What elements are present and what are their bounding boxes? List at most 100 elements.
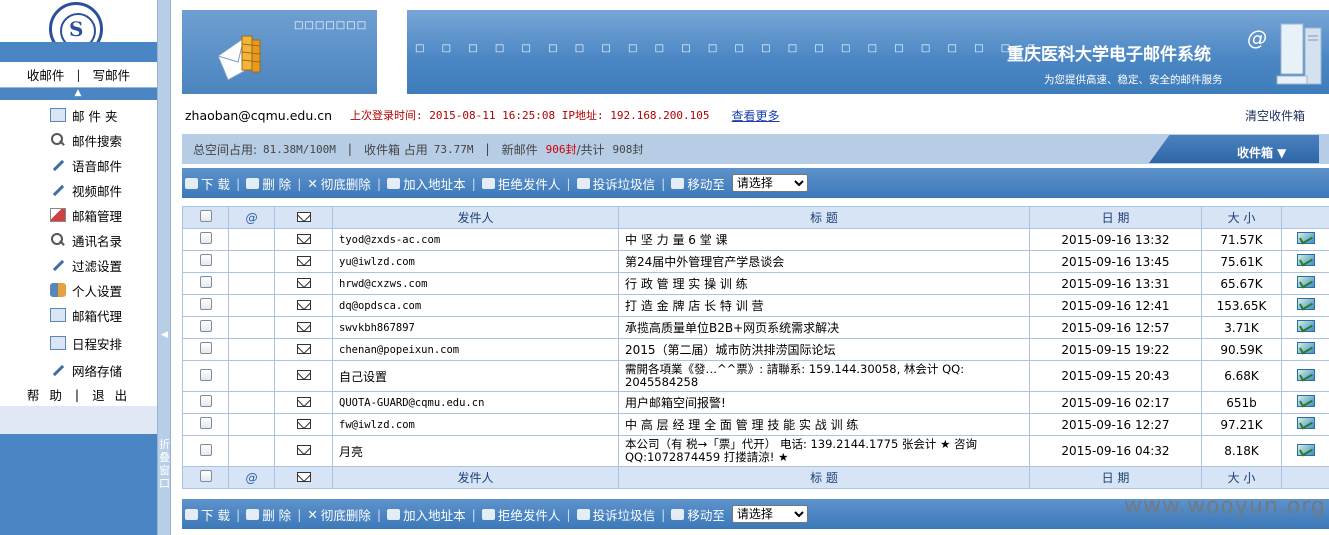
collapse-left-icon[interactable]: ◀ [161,330,168,340]
folder-select-button[interactable]: 收件箱 ▼ [1149,135,1319,163]
table-row[interactable]: 月亮 本公司（有 税→「票」代开） 电话: 139.2144.1775 张会计 … [182,435,1329,467]
subject-cell[interactable]: 用户邮箱空间报警! [618,391,1030,414]
row-checkbox[interactable] [199,417,212,429]
sidebar-item-video-mail[interactable]: 视频邮件 [50,179,122,201]
add-address-button[interactable]: 加入地址本 [384,174,469,193]
row-checkbox[interactable] [199,276,212,288]
reply-icon[interactable] [1296,417,1315,429]
select-all-checkbox[interactable] [199,470,212,482]
clear-inbox-link[interactable]: 清空收件箱 [1245,107,1305,124]
subject-header[interactable]: 标 题 [618,206,1030,229]
reject-sender-button[interactable]: 拒绝发件人 [479,505,564,524]
read-cell[interactable] [1281,294,1329,317]
help-link[interactable]: 帮 助 [27,385,65,404]
row-checkbox[interactable] [199,395,212,407]
row-checkbox[interactable] [199,320,212,332]
table-row[interactable]: chenan@popeixun.com 2015（第二届）城市防洪排涝国际论坛 … [182,338,1329,361]
row-checkbox[interactable] [199,443,212,456]
sender-cell[interactable]: fw@iwlzd.com [332,413,619,436]
reply-icon[interactable] [1296,342,1315,354]
date-header[interactable]: 日 期 [1029,466,1202,489]
row-checkbox-cell[interactable] [182,250,229,273]
reply-icon[interactable] [1296,254,1315,266]
row-checkbox-cell[interactable] [182,294,229,317]
purge-button[interactable]: ✕ 彻底删除 [304,505,374,524]
row-checkbox[interactable] [199,298,212,310]
sidebar-item-calendar[interactable]: 日程安排 [50,332,122,354]
table-row[interactable]: hrwd@cxzws.com 行 政 管 理 实 操 训 练 2015-09-1… [182,272,1329,295]
subject-cell[interactable]: 打 造 金 牌 店 长 特 训 营 [618,294,1030,317]
receive-mail-link[interactable]: 收邮件 [19,65,73,84]
sidebar-item-address-book[interactable]: 通讯名录 [50,229,122,251]
sender-cell[interactable]: 月亮 [332,435,619,467]
delete-button[interactable]: 删 除 [243,505,294,524]
sidebar-item-filter[interactable]: 过滤设置 [50,254,122,276]
add-address-button[interactable]: 加入地址本 [384,505,469,524]
purge-button[interactable]: ✕ 彻底删除 [304,174,374,193]
subject-header[interactable]: 标 题 [618,466,1030,489]
sidebar-item-voice-mail[interactable]: 语音邮件 [50,154,122,176]
row-checkbox[interactable] [199,254,212,266]
select-all-checkbox[interactable] [199,210,212,222]
row-checkbox[interactable] [199,232,212,244]
reply-icon[interactable] [1296,276,1315,288]
table-row[interactable]: tyod@zxds-ac.com 中 坚 力 量 6 堂 课 2015-09-1… [182,228,1329,251]
collapse-splitter[interactable]: ◀ 折叠窗口 [157,0,171,535]
reply-icon[interactable] [1296,368,1315,381]
date-header[interactable]: 日 期 [1029,206,1202,229]
reply-icon[interactable] [1296,395,1315,407]
report-spam-button[interactable]: 投诉垃圾信 [574,505,659,524]
sidebar-item-proxy[interactable]: 邮箱代理 [50,304,122,326]
row-checkbox[interactable] [199,342,212,354]
read-cell[interactable] [1281,228,1329,251]
row-checkbox[interactable] [199,368,212,381]
read-cell[interactable] [1281,435,1329,467]
row-checkbox-cell[interactable] [182,338,229,361]
size-header[interactable]: 大 小 [1201,206,1282,229]
sender-cell[interactable]: swvkbh867897 [332,316,619,339]
move-to-select[interactable]: 请选择 [731,174,808,192]
sidebar-item-storage[interactable]: 网络存储 [50,359,122,381]
table-row[interactable]: fw@iwlzd.com 中 高 层 经 理 全 面 管 理 技 能 实 战 训… [182,413,1329,436]
reply-icon[interactable] [1296,443,1315,456]
sender-header[interactable]: 发件人 [332,206,619,229]
table-row[interactable]: dq@opdsca.com 打 造 金 牌 店 长 特 训 营 2015-09-… [182,294,1329,317]
download-button[interactable]: 下 载 [182,174,233,193]
report-spam-button[interactable]: 投诉垃圾信 [574,174,659,193]
reject-sender-button[interactable]: 拒绝发件人 [479,174,564,193]
sender-cell[interactable]: hrwd@cxzws.com [332,272,619,295]
compose-mail-link[interactable]: 写邮件 [85,65,139,84]
sender-cell[interactable]: tyod@zxds-ac.com [332,228,619,251]
sender-cell[interactable]: yu@iwlzd.com [332,250,619,273]
sender-cell[interactable]: dq@opdsca.com [332,294,619,317]
delete-button[interactable]: 删 除 [243,174,294,193]
download-button[interactable]: 下 载 [182,505,233,524]
subject-cell[interactable]: 需開各項業《發…^^票》: 請聯系: 159.144.30058, 林会计 QQ… [618,360,1030,392]
collapse-up-icon[interactable]: ▲ [70,88,86,100]
subject-cell[interactable]: 承揽高质量单位B2B+网页系统需求解决 [618,316,1030,339]
read-cell[interactable] [1281,316,1329,339]
select-all-cell[interactable] [182,206,229,229]
reply-icon[interactable] [1296,232,1315,244]
table-row[interactable]: swvkbh867897 承揽高质量单位B2B+网页系统需求解决 2015-09… [182,316,1329,339]
read-cell[interactable] [1281,413,1329,436]
subject-cell[interactable]: 2015（第二届）城市防洪排涝国际论坛 [618,338,1030,361]
table-row[interactable]: yu@iwlzd.com 第24届中外管理官产学恳谈会 2015-09-16 1… [182,250,1329,273]
row-checkbox-cell[interactable] [182,435,229,467]
read-cell[interactable] [1281,272,1329,295]
table-row[interactable]: 自己设置 需開各項業《發…^^票》: 請聯系: 159.144.30058, 林… [182,360,1329,392]
logout-link[interactable]: 退 出 [92,385,130,404]
subject-cell[interactable]: 行 政 管 理 实 操 训 练 [618,272,1030,295]
move-to-select[interactable]: 请选择 [731,505,808,523]
sender-header[interactable]: 发件人 [332,466,619,489]
row-checkbox-cell[interactable] [182,316,229,339]
view-more-link[interactable]: 查看更多 [732,107,780,124]
sidebar-item-mailbox-manage[interactable]: 邮箱管理 [50,204,122,226]
sender-cell[interactable]: 自己设置 [332,360,619,392]
reply-icon[interactable] [1296,320,1315,332]
read-cell[interactable] [1281,250,1329,273]
sender-cell[interactable]: chenan@popeixun.com [332,338,619,361]
subject-cell[interactable]: 第24届中外管理官产学恳谈会 [618,250,1030,273]
sender-cell[interactable]: QUOTA-GUARD@cqmu.edu.cn [332,391,619,414]
row-checkbox-cell[interactable] [182,360,229,392]
